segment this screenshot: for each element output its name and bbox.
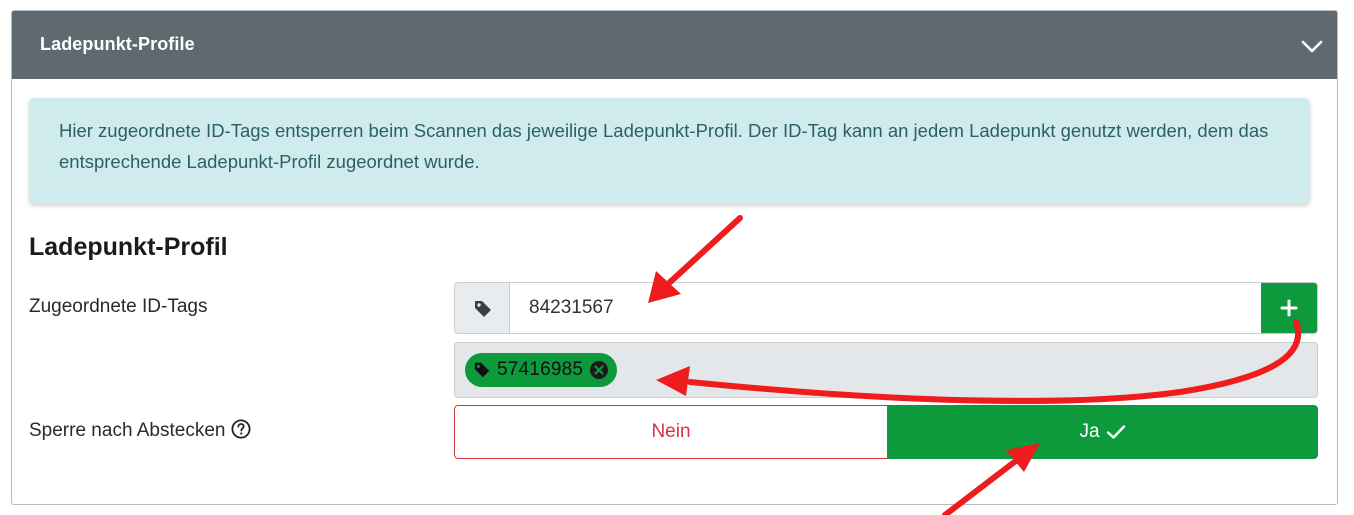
tag-chip[interactable]: 57416985	[465, 353, 618, 387]
plus-icon	[1280, 299, 1298, 317]
assigned-tags-list: 57416985	[454, 342, 1318, 398]
toggle-yes-label: Ja	[1079, 421, 1100, 442]
section-heading: Ladepunkt-Profil	[29, 233, 228, 261]
input-prefix	[455, 283, 510, 333]
id-tag-input[interactable]	[511, 283, 1261, 333]
id-tags-label: Zugeordnete ID-Tags	[29, 296, 208, 317]
close-circle-icon[interactable]	[589, 360, 609, 380]
toggle-yes-button[interactable]: Ja	[887, 405, 1318, 459]
lock-toggle-group: Nein Ja	[454, 405, 1318, 459]
id-tag-input-group	[454, 282, 1318, 334]
info-alert: Hier zugeordnete ID-Tags entsperren beim…	[29, 98, 1310, 204]
chevron-down-icon[interactable]	[1299, 33, 1325, 59]
toggle-no-label: Nein	[651, 421, 691, 442]
lock-label-text: Sperre nach Abstecken	[29, 420, 226, 441]
info-text: Hier zugeordnete ID-Tags entsperren beim…	[59, 120, 1269, 172]
question-circle-icon[interactable]	[231, 419, 251, 439]
toggle-no-button[interactable]: Nein	[454, 405, 887, 459]
lock-after-unplug-label: Sperre nach Abstecken	[29, 419, 251, 442]
tag-chip-label: 57416985	[497, 359, 584, 380]
card-header[interactable]: Ladepunkt-Profile	[12, 11, 1337, 79]
tag-icon	[474, 362, 490, 378]
card-title: Ladepunkt-Profile	[40, 34, 195, 54]
tag-icon	[475, 301, 491, 317]
add-tag-button[interactable]	[1261, 283, 1317, 333]
check-icon	[1106, 425, 1125, 439]
